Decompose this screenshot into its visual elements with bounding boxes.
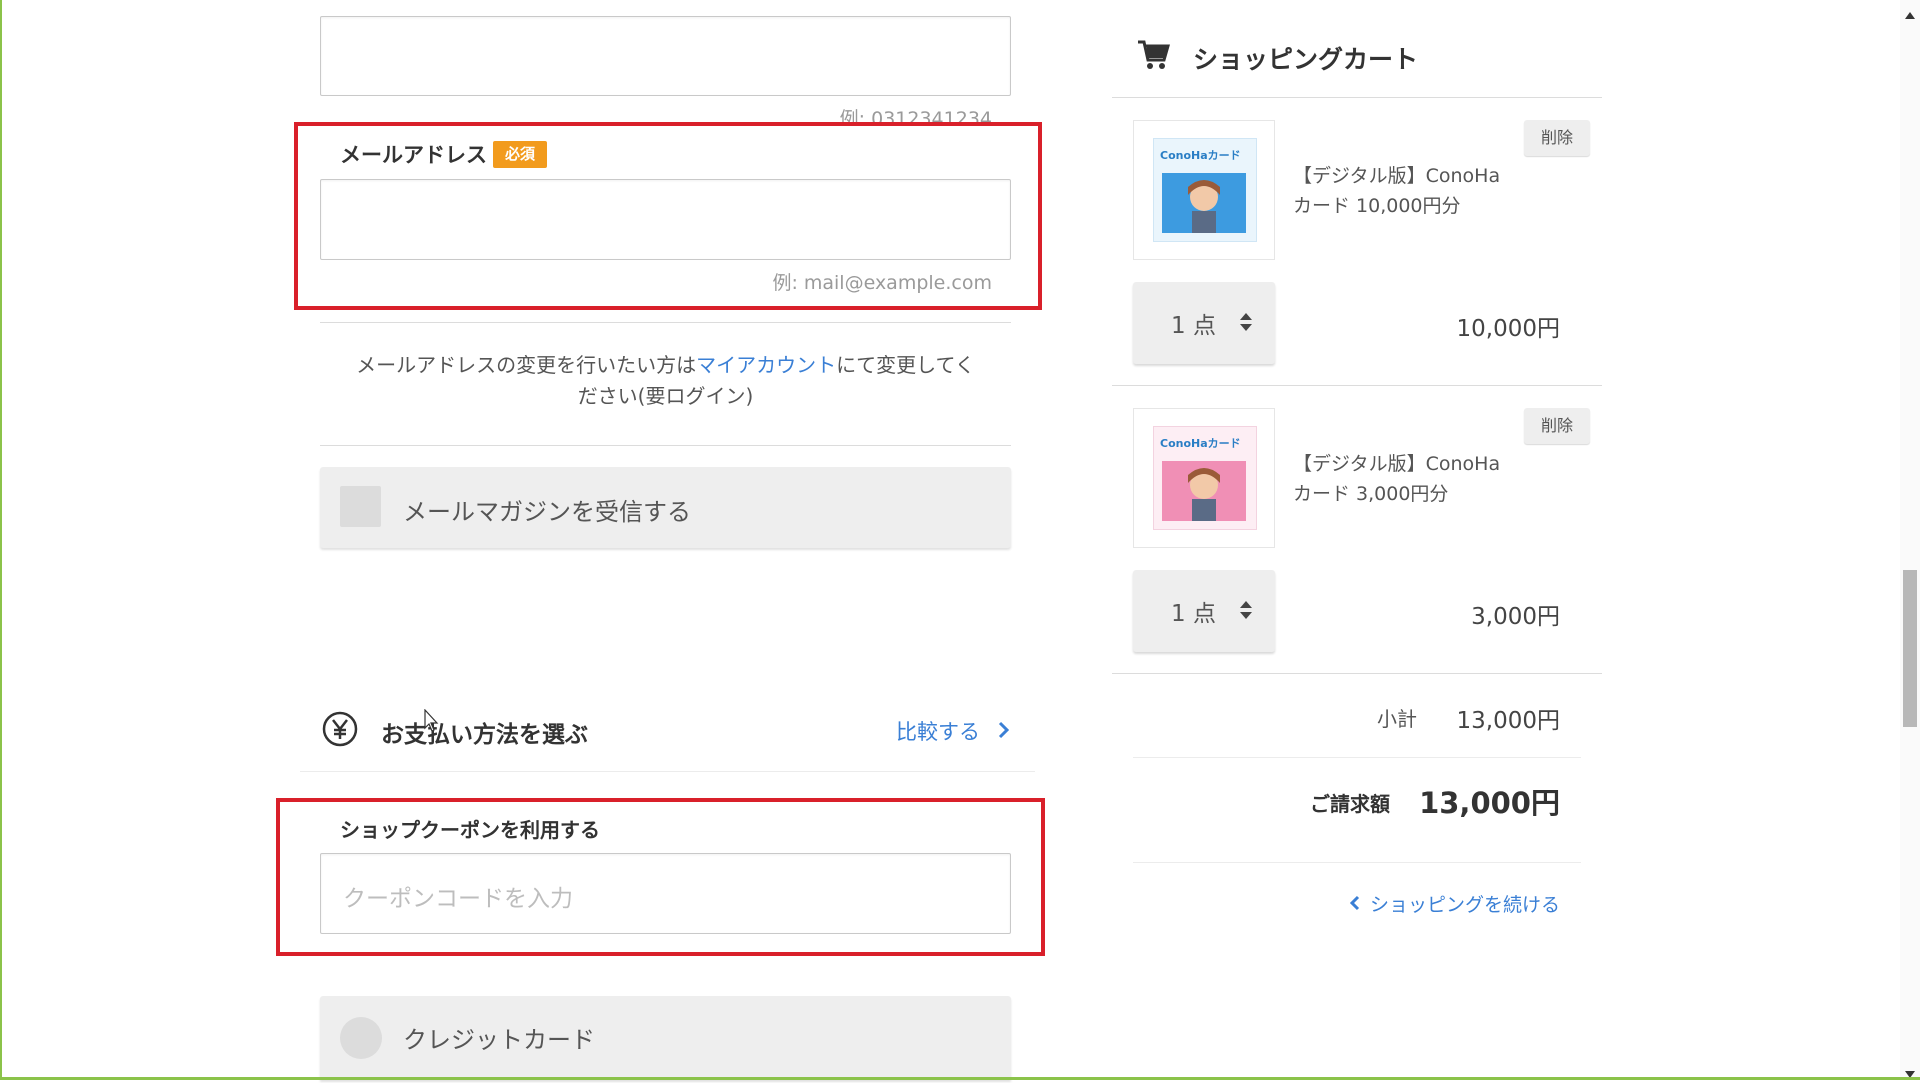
product-thumbnail[interactable]: ConoHaカード [1133,408,1275,548]
scrollbar-thumb[interactable] [1903,570,1917,727]
required-badge: 必須 [493,141,547,168]
window-border-left [0,0,2,1080]
email-input[interactable] [320,179,1011,260]
product-name: 【デジタル版】ConoHa カード 3,000円分 [1293,449,1523,509]
divider [1112,97,1602,98]
quantity-stepper[interactable]: 1 点 [1133,570,1275,652]
subtotal-value: 13,000円 [1456,708,1560,734]
yen-icon [322,711,358,747]
thumbnail-art [1162,173,1246,233]
item-price: 3,000円 [1471,604,1560,630]
credit-card-option[interactable]: クレジットカード [320,996,1011,1080]
sort-arrows-icon [1239,310,1253,338]
divider [320,445,1011,446]
thumbnail-card: ConoHaカード [1153,138,1257,242]
cart-icon [1136,38,1170,76]
chevron-left-icon [1349,894,1360,916]
product-thumbnail[interactable]: ConoHaカード [1133,120,1275,260]
continue-shopping-link[interactable]: ショッピングを続ける [1340,890,1560,917]
mouse-cursor [424,708,440,737]
divider [1133,862,1581,863]
delete-button[interactable]: 削除 [1524,120,1590,156]
sort-arrows-icon [1239,598,1253,626]
newsletter-label: メールマガジンを受信する [403,498,691,526]
continue-shopping-label: ショッピングを続ける [1369,894,1560,916]
scroll-up-arrow-icon[interactable] [1905,4,1915,23]
newsletter-checkbox[interactable] [340,486,381,527]
divider [300,771,1035,772]
coupon-label: ショップクーポンを利用する [340,818,600,842]
delete-button[interactable]: 削除 [1524,408,1590,444]
divider [1112,385,1602,386]
compare-link[interactable]: 比較する [896,716,1009,746]
product-name-line2: カード 10,000円分 [1293,195,1461,217]
product-name-line1: 【デジタル版】ConoHa [1293,453,1501,475]
quantity-stepper[interactable]: 1 点 [1133,282,1275,364]
my-account-link[interactable]: マイアカウント [696,353,836,377]
divider [320,322,1011,323]
email-hint: 例: mail@example.com [772,272,992,294]
email-label: メールアドレス [340,143,487,167]
chevron-right-icon [997,720,1009,744]
payment-section-title: お支払い方法を選ぶ [381,722,588,748]
item-price: 10,000円 [1456,316,1560,342]
divider [1112,673,1602,674]
credit-card-radio[interactable] [340,1017,382,1059]
phone-input[interactable] [320,16,1011,96]
thumbnail-art [1162,461,1246,521]
compare-link-label: 比較する [896,720,980,744]
product-name-line1: 【デジタル版】ConoHa [1293,165,1501,187]
product-name-line2: カード 3,000円分 [1293,483,1449,505]
divider [1133,757,1581,758]
thumbnail-brand: ConoHaカード [1160,437,1241,450]
thumbnail-brand: ConoHaカード [1160,149,1241,162]
credit-card-label: クレジットカード [403,1026,595,1054]
total-value: 13,000円 [1419,786,1560,820]
account-note-text: メールアドレスの変更を行いたい方は [356,353,697,377]
quantity-value: 1 点 [1171,601,1216,627]
newsletter-option[interactable]: メールマガジンを受信する [320,467,1011,548]
coupon-input[interactable]: クーポンコードを入力 [320,853,1011,934]
account-note-line2: ださい(要ログイン) [577,384,754,408]
product-name: 【デジタル版】ConoHa カード 10,000円分 [1293,161,1523,221]
quantity-value: 1 点 [1171,313,1216,339]
thumbnail-card: ConoHaカード [1153,426,1257,530]
account-note: メールアドレスの変更を行いたい方はマイアカウントにて変更してく ださい(要ログイ… [320,350,1011,412]
cart-title: ショッピングカート [1193,45,1419,74]
scrollbar-track[interactable] [1900,0,1920,1080]
coupon-placeholder: クーポンコードを入力 [343,886,573,912]
scroll-down-arrow-icon[interactable] [1905,1064,1915,1083]
account-note-text-end: にて変更してく [836,353,975,377]
